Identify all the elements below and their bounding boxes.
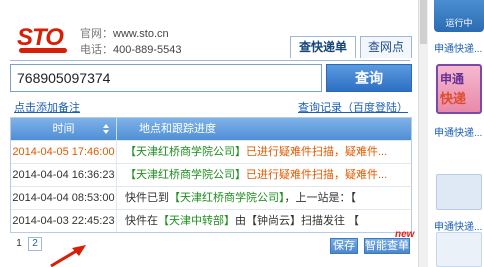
row-desc: 【天津红桥商学院公司】已进行疑难件扫描，疑难件... bbox=[117, 164, 411, 186]
side-banner-1-text: 运行中 bbox=[445, 18, 473, 28]
row-place: 【天津中转部】 bbox=[158, 215, 235, 227]
table-row: 2014-04-05 17:46:00 【天津红桥商学院公司】已进行疑难件扫描，… bbox=[11, 140, 411, 163]
row-place: 【天津红桥商学院公司】 bbox=[169, 192, 285, 204]
row-time: 2014-04-05 17:46:00 bbox=[11, 141, 117, 163]
side-panel: 运行中 申通快递... 申通 快递 申通快递... 申通快递... bbox=[430, 0, 484, 267]
row-post: 由【钟尚云】扫描发往 【 bbox=[235, 215, 360, 227]
pagination: 12 bbox=[12, 237, 44, 251]
row-post: 已进行疑难件扫描，疑难件... bbox=[246, 146, 388, 158]
contact-info: 官网：www.sto.cn 电话：400-889-5543 bbox=[80, 26, 182, 58]
sort-icon[interactable] bbox=[102, 123, 110, 135]
row-time: 2014-04-04 08:53:00 bbox=[11, 187, 117, 209]
phone-label: 电话： bbox=[80, 44, 113, 56]
add-note-link[interactable]: 点击添加备注 bbox=[14, 99, 80, 115]
side-banner-2-line1: 申通 bbox=[440, 72, 465, 86]
row-time: 2014-04-03 22:45:23 bbox=[11, 210, 117, 232]
website: www.sto.cn bbox=[113, 28, 169, 40]
row-post: ，上一站是：【 bbox=[284, 192, 357, 204]
search-button[interactable]: 查询 bbox=[326, 64, 412, 92]
row-desc: 快件在【天津中转部】由【钟尚云】扫描发往 【 bbox=[117, 210, 411, 232]
table-header: 时间 地点和跟踪进度 bbox=[11, 118, 411, 140]
side-thumbnail-4[interactable] bbox=[436, 232, 482, 267]
row-desc: 快件已到【天津红桥商学院公司】，上一站是：【 bbox=[117, 187, 411, 209]
sto-logo: STO bbox=[13, 18, 73, 58]
tracking-table: 时间 地点和跟踪进度 2014-04-05 17:46:00 【天津红桥商学院公… bbox=[10, 117, 412, 233]
history-link[interactable]: 查询记录（百度登陆） bbox=[298, 99, 408, 115]
header-time[interactable]: 时间 bbox=[11, 118, 117, 140]
row-pre: 快件已到 bbox=[125, 192, 169, 204]
row-desc: 【天津红桥商学院公司】已进行疑难件扫描，疑难件... bbox=[117, 141, 411, 163]
side-link-1[interactable]: 申通快递... bbox=[434, 40, 482, 55]
table-row: 2014-04-03 22:45:23 快件在【天津中转部】由【钟尚云】扫描发往… bbox=[11, 209, 411, 232]
table-row: 2014-04-04 08:53:00 快件已到【天津红桥商学院公司】，上一站是… bbox=[11, 186, 411, 209]
side-link-2[interactable]: 申通快递... bbox=[434, 124, 482, 139]
page-2[interactable]: 2 bbox=[28, 237, 42, 251]
side-banner-2[interactable]: 申通 快递 bbox=[436, 64, 482, 114]
tracking-panel: STO 官网：www.sto.cn 电话：400-889-5543 查快递单 查… bbox=[0, 0, 418, 267]
header-time-label: 时间 bbox=[52, 123, 75, 135]
tab-find-outlet[interactable]: 查网点 bbox=[360, 36, 412, 58]
phone: 400-889-5543 bbox=[113, 44, 182, 56]
row-place: 【天津红桥商学院公司】 bbox=[125, 169, 246, 181]
header-desc: 地点和跟踪进度 bbox=[139, 123, 216, 135]
page-1[interactable]: 1 bbox=[12, 237, 26, 251]
website-label: 官网： bbox=[80, 28, 113, 40]
website-line: 官网：www.sto.cn bbox=[80, 26, 182, 42]
red-arrow-annotation-icon bbox=[50, 245, 86, 267]
table-row: 2014-04-04 16:36:23 【天津红桥商学院公司】已进行疑难件扫描，… bbox=[11, 163, 411, 186]
side-banner-2-line2: 快递 bbox=[440, 91, 467, 106]
save-button[interactable]: 保存 bbox=[330, 238, 358, 254]
scrollbar[interactable] bbox=[418, 0, 428, 267]
tracking-number-input[interactable] bbox=[10, 64, 322, 92]
row-post: 已进行疑难件扫描，疑难件... bbox=[246, 169, 388, 181]
phone-line: 电话：400-889-5543 bbox=[80, 42, 182, 58]
search-row: 查询 bbox=[10, 60, 412, 92]
row-pre: 快件在 bbox=[125, 215, 158, 227]
smart-query-button[interactable]: 智能查单 bbox=[364, 238, 410, 254]
side-link-3[interactable]: 申通快递... bbox=[434, 218, 482, 233]
row-time: 2014-04-04 16:36:23 bbox=[11, 164, 117, 186]
scrollbar-thumb[interactable] bbox=[420, 0, 427, 44]
side-thumbnail-3[interactable] bbox=[436, 174, 482, 210]
logo-swoosh bbox=[19, 48, 67, 53]
side-banner-1[interactable]: 运行中 bbox=[434, 0, 484, 32]
tab-track-parcel[interactable]: 查快递单 bbox=[290, 36, 356, 58]
row-place: 【天津红桥商学院公司】 bbox=[125, 146, 246, 158]
new-badge: new bbox=[395, 229, 415, 240]
